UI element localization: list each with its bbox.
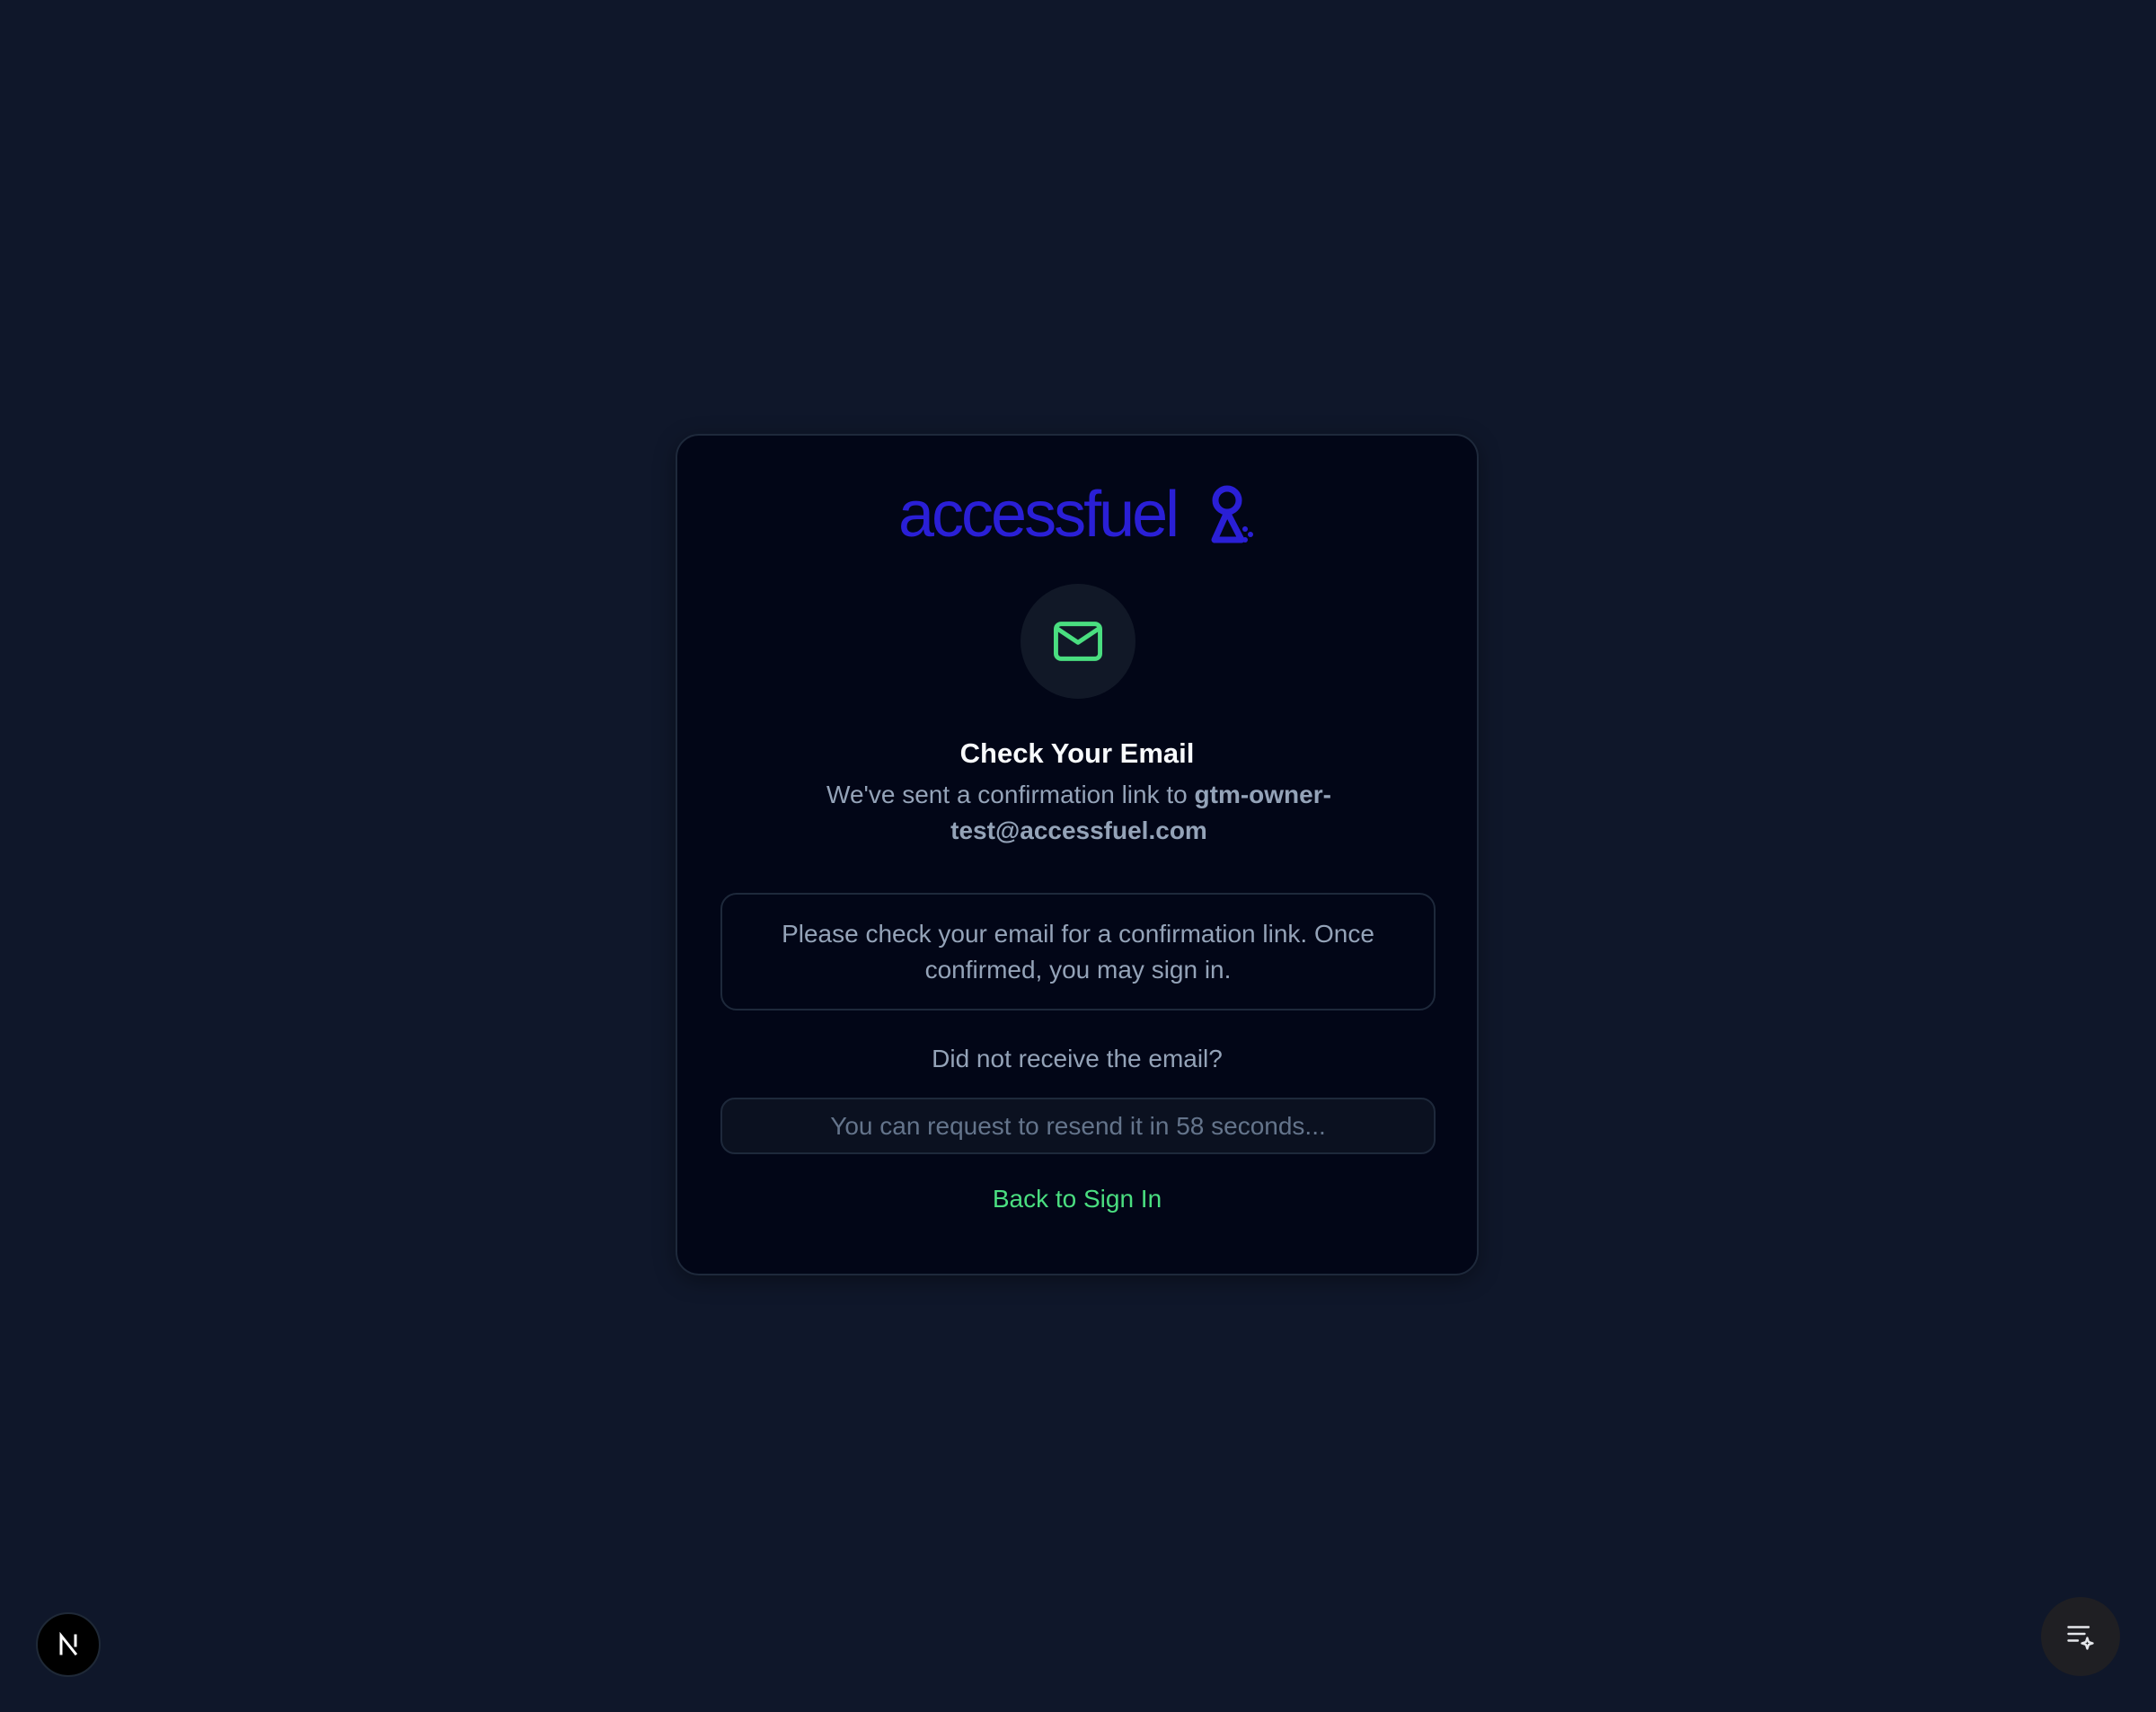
resend-question: Did not receive the email?	[932, 1045, 1223, 1072]
confirmation-card: accessfuel Check Your Email We've sent a…	[676, 434, 1479, 1275]
resend-button[interactable]: You can request to resend it in 58 secon…	[720, 1098, 1436, 1154]
mail-icon-circle	[1021, 584, 1135, 699]
back-to-sign-in-link[interactable]: Back to Sign In	[677, 1181, 1477, 1217]
logo-mark-icon	[1211, 485, 1253, 543]
page-title: Check Your Email	[959, 737, 1195, 769]
notice-text: Please check your email for a confirmati…	[782, 919, 1374, 984]
confirmation-notice: Please check your email for a confirmati…	[720, 893, 1436, 1010]
mail-icon	[1054, 622, 1102, 661]
subtitle-prefix: We've sent a confirmation link to	[826, 781, 1188, 808]
resend-button-label: You can request to resend it in 58 secon…	[830, 1111, 1326, 1140]
nextjs-dev-badge[interactable]	[36, 1612, 101, 1677]
nextjs-n-icon	[59, 1631, 78, 1656]
list-sparkle-icon	[2067, 1626, 2094, 1650]
logo-text: accessfuel	[898, 479, 1180, 551]
accessfuel-logo: accessfuel	[898, 479, 1263, 551]
confirmation-subtitle: We've sent a confirmation link to gtm-ow…	[794, 777, 1364, 849]
assistant-fab-button[interactable]	[2041, 1597, 2120, 1676]
